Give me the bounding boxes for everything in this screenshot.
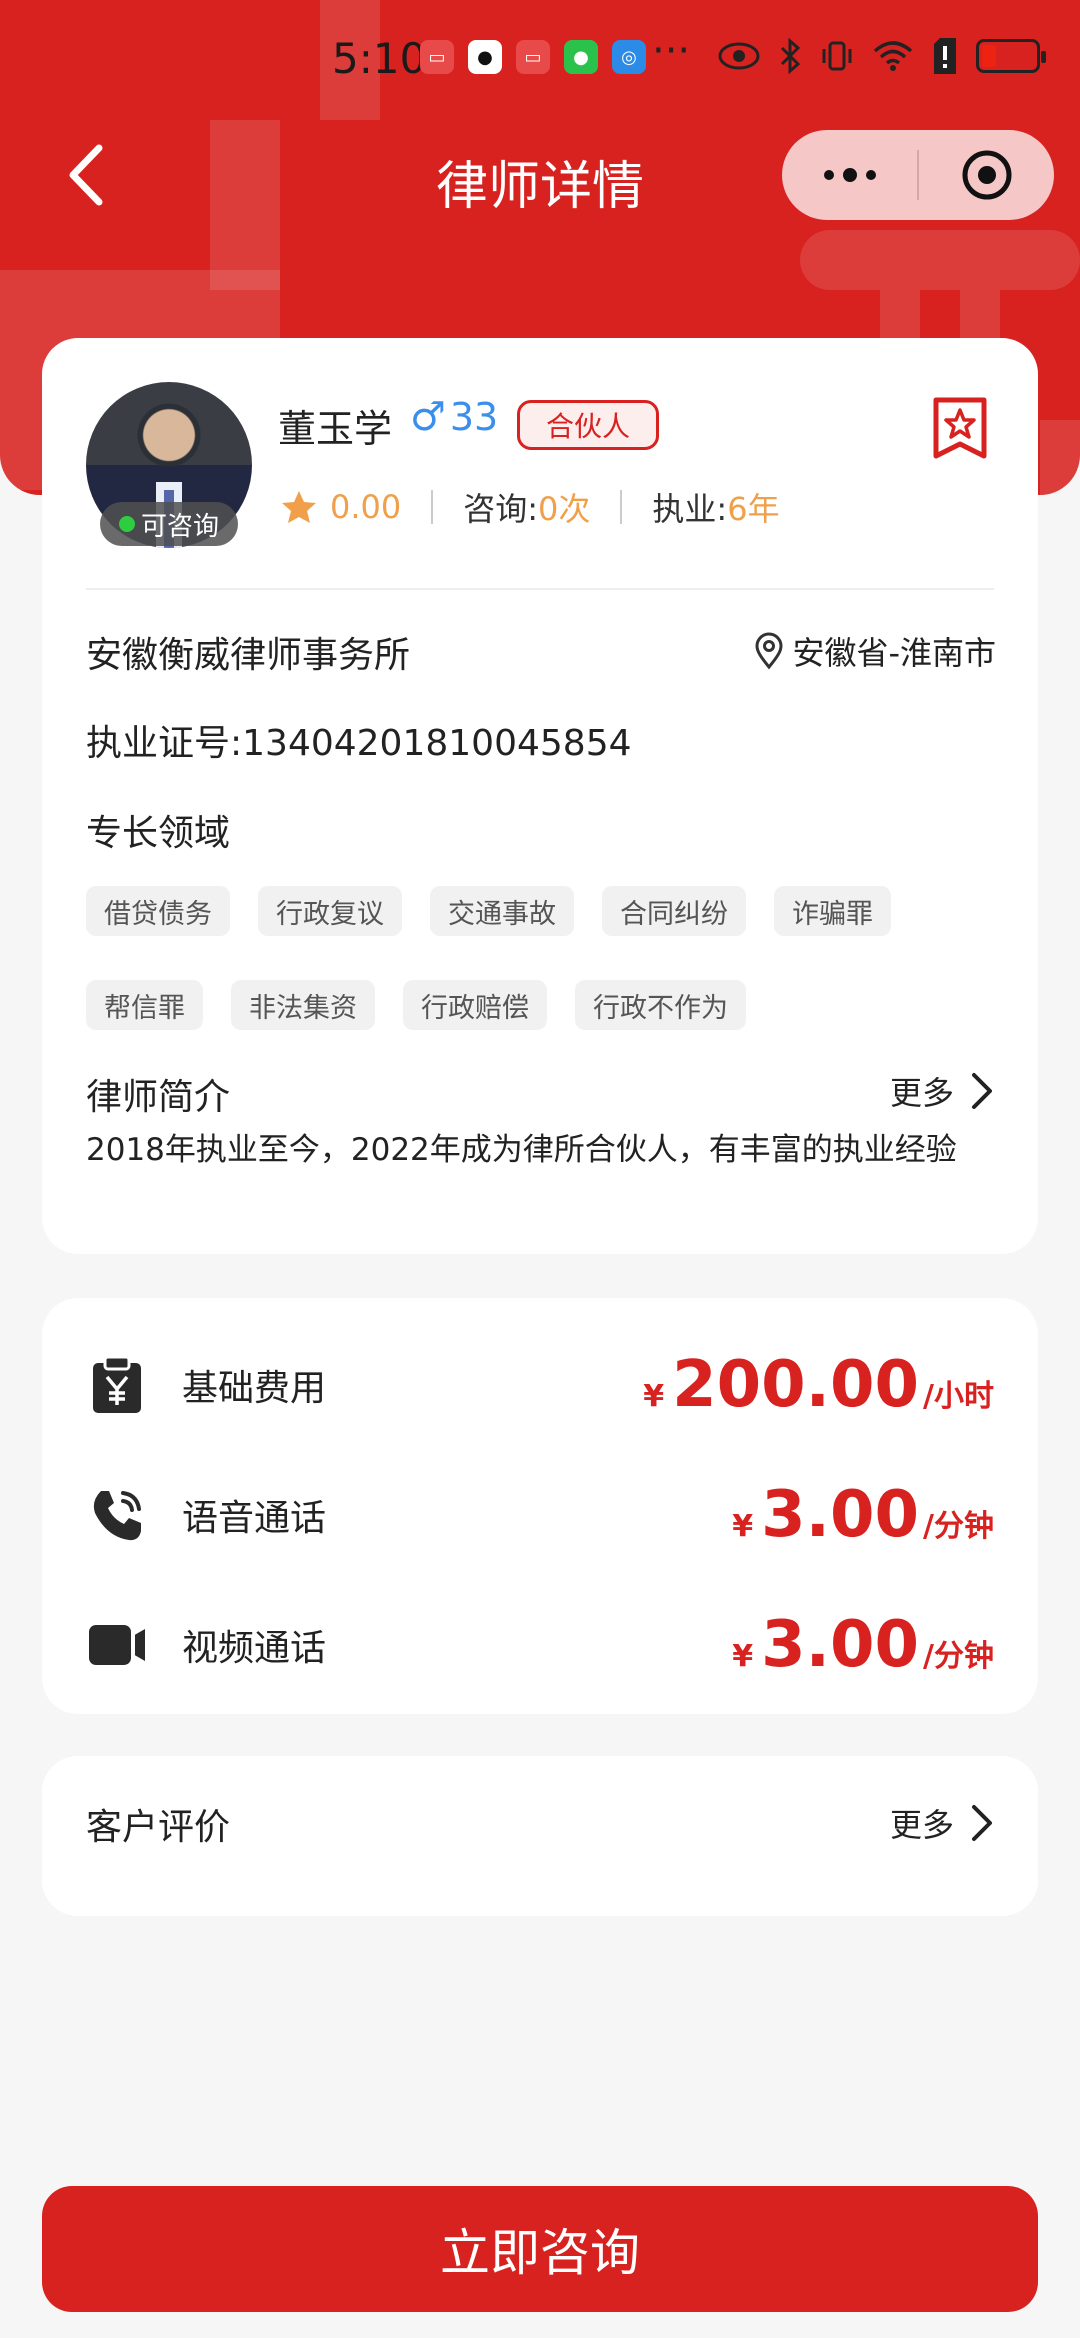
consult-count: 0次 (538, 490, 591, 528)
huawei-app-icon: ▭ (420, 40, 454, 74)
fee-card: 基础费用 ¥ 200.00 /小时 语音通话 ¥ 3.00 /分钟 视频通话 ¥… (42, 1298, 1038, 1714)
more-label: 更多 (889, 1074, 954, 1112)
menu-button[interactable] (782, 130, 917, 220)
specialty-tag: 行政不作为 (575, 980, 746, 1030)
eye-icon (718, 42, 760, 70)
target-icon (962, 150, 1011, 200)
more-dots-icon (823, 168, 876, 182)
practice-label: 执业: (652, 490, 728, 528)
more-label: 更多 (889, 1806, 954, 1844)
qq-icon: ● (468, 40, 502, 74)
fee-label: 视频通话 (182, 1628, 327, 1669)
availability-label: 可咨询 (140, 511, 219, 542)
specialty-tag: 行政复议 (258, 886, 402, 936)
fee-label: 语音通话 (182, 1498, 327, 1539)
male-icon: ♂ (410, 394, 446, 440)
location-pin-icon (755, 632, 783, 670)
mini-program-capsule (782, 130, 1054, 220)
reviews-more-link[interactable]: 更多 (890, 1800, 994, 1846)
close-mini-program-button[interactable] (919, 130, 1054, 220)
lawyer-name: 董玉学 (278, 407, 393, 451)
specialty-tags: 借贷债务 行政复议 交通事故 合同纠纷 诈骗罪 帮信罪 非法集资 行政赔偿 行政… (86, 886, 1006, 1030)
bookmark-star-icon (933, 397, 987, 459)
practice-years: 6年 (727, 490, 780, 528)
reviews-title: 客户评价 (86, 1807, 231, 1848)
specialty-tag: 借贷债务 (86, 886, 230, 936)
divider-line (86, 588, 994, 590)
battery-icon (976, 39, 1046, 73)
decoration (800, 230, 1080, 290)
decoration (1040, 420, 1080, 495)
currency-symbol: ¥ (643, 1379, 665, 1414)
specialty-tag: 合同纠纷 (602, 886, 746, 936)
specialty-tag: 非法集资 (231, 980, 375, 1030)
law-firm-name: 安徽衡威律师事务所 (86, 635, 411, 676)
specialty-title: 专长领域 (86, 813, 231, 854)
stats-row: 0.00 咨询: 0次 执业: 6年 (280, 484, 780, 530)
chevron-right-icon (972, 1805, 992, 1841)
availability-badge: 可咨询 (100, 502, 238, 546)
bluetooth-icon (780, 38, 801, 74)
nav-bar: 律师详情 (0, 120, 1080, 230)
gender-age: ♂ 33 (410, 394, 498, 440)
notification-icons: ▭ ● ▭ ● ◎ (420, 40, 646, 74)
wifi-icon (873, 41, 913, 71)
rating-value: 0.00 (330, 488, 402, 526)
fee-amount: 200.00 (672, 1348, 920, 1422)
intro-title: 律师简介 (86, 1077, 231, 1118)
fee-unit: /分钟 (923, 1509, 994, 1544)
lawyer-profile-card: 可咨询 董玉学 ♂ 33 合伙人 0.00 咨询: 0次 执业: 6年 安徽衡威… (42, 338, 1038, 1254)
specialty-tag: 帮信罪 (86, 980, 203, 1030)
specialty-tag: 诈骗罪 (774, 886, 891, 936)
huawei-app-icon: ▭ (516, 40, 550, 74)
intro-more-link[interactable]: 更多 (890, 1068, 994, 1114)
location-text: 安徽省-淮南市 (792, 634, 996, 672)
browser-icon: ◎ (612, 40, 646, 74)
sim-alert-icon (934, 38, 956, 74)
currency-symbol: ¥ (732, 1509, 754, 1544)
fee-price: ¥ 3.00 /分钟 (732, 1608, 994, 1682)
age: 33 (449, 395, 499, 439)
video-camera-icon (86, 1614, 148, 1676)
divider (620, 490, 623, 524)
specialty-tag: 行政赔偿 (403, 980, 547, 1030)
reviews-card: 客户评价 更多 (42, 1756, 1038, 1916)
license-number: 执业证号:13404201810045854 (86, 723, 632, 764)
favorite-button[interactable] (930, 396, 990, 460)
partner-tag: 合伙人 (517, 400, 660, 450)
fee-row-video: 视频通话 ¥ 3.00 /分钟 (86, 1600, 994, 1690)
location: 安徽省-淮南市 (754, 628, 996, 674)
more-notifications-icon: ··· (652, 28, 691, 74)
fee-price: ¥ 3.00 /分钟 (732, 1478, 994, 1552)
fee-unit: /分钟 (923, 1639, 994, 1674)
consult-now-button[interactable]: 立即咨询 (42, 2186, 1038, 2312)
currency-symbol: ¥ (732, 1639, 754, 1674)
intro-text: 2018年执业至今，2022年成为律所合伙人，有丰富的执业经验 (86, 1132, 957, 1168)
vibrate-icon (822, 41, 852, 71)
fee-label: 基础费用 (182, 1368, 327, 1409)
status-time: 5:10 (332, 34, 427, 83)
fee-unit: /小时 (923, 1379, 994, 1414)
status-bar: 5:10 ▭ ● ▭ ● ◎ ··· (0, 0, 1080, 120)
receipt-yen-icon (86, 1354, 148, 1416)
fee-amount: 3.00 (761, 1608, 920, 1682)
fee-price: ¥ 200.00 /小时 (643, 1348, 994, 1422)
online-dot-icon (118, 516, 135, 532)
system-icons (718, 38, 1046, 74)
divider (431, 490, 434, 524)
star-icon (282, 491, 316, 523)
fee-amount: 3.00 (761, 1478, 920, 1552)
fee-row-voice: 语音通话 ¥ 3.00 /分钟 (86, 1470, 994, 1560)
chevron-right-icon (972, 1073, 992, 1109)
consult-label: 咨询: (463, 490, 539, 528)
phone-icon (86, 1484, 148, 1546)
fee-row-basic: 基础费用 ¥ 200.00 /小时 (86, 1340, 994, 1430)
wechat-icon: ● (564, 40, 598, 74)
specialty-tag: 交通事故 (430, 886, 574, 936)
